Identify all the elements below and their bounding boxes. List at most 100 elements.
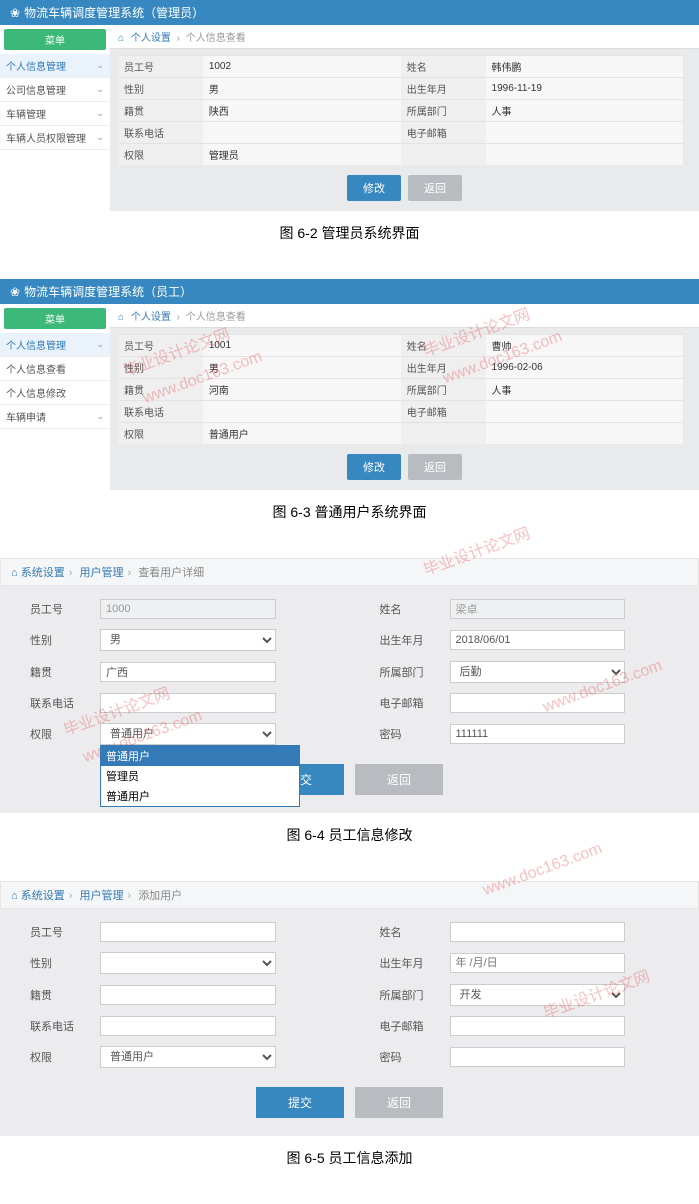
label-name: 姓名 bbox=[350, 601, 450, 617]
origin-field[interactable] bbox=[100, 985, 276, 1005]
email-field[interactable] bbox=[450, 693, 626, 713]
label-sex: 性别 bbox=[0, 955, 100, 971]
chevron-down-icon: ⌄ bbox=[96, 60, 104, 71]
label-email: 电子邮箱 bbox=[350, 695, 450, 711]
sidebar-item-view[interactable]: 个人信息查看 bbox=[0, 357, 110, 381]
app-title: 物流车辆调度管理系统（员工） bbox=[24, 283, 192, 300]
label-dept: 所属部门 bbox=[350, 664, 450, 680]
content: ⌂ 个人设置 › 个人信息查看 员工号1002姓名韩伟鹏 性别男出生年月1996… bbox=[110, 25, 699, 211]
chevron-down-icon: ⌄ bbox=[96, 84, 104, 95]
back-button[interactable]: 返回 bbox=[355, 1087, 443, 1118]
label-pwd: 密码 bbox=[350, 1049, 450, 1065]
role-select[interactable]: 普通用户 bbox=[100, 723, 276, 745]
button-row: 修改 返回 bbox=[110, 165, 699, 211]
sex-select[interactable] bbox=[100, 952, 276, 974]
sidebar-item-company[interactable]: 公司信息管理⌄ bbox=[0, 78, 110, 102]
sidebar-item-edit[interactable]: 个人信息修改 bbox=[0, 381, 110, 405]
sidebar-item-apply[interactable]: 车辆申请⌄ bbox=[0, 405, 110, 429]
role-option[interactable]: 普通用户 bbox=[101, 746, 299, 766]
caption: 图 6-3 普通用户系统界面 bbox=[0, 490, 699, 540]
menu-button[interactable]: 菜单 bbox=[4, 308, 106, 329]
back-button[interactable]: 返回 bbox=[408, 454, 462, 480]
label-dob: 出生年月 bbox=[350, 632, 450, 648]
sidebar-item-personal[interactable]: 个人信息管理⌄ bbox=[0, 54, 110, 78]
label-phone: 联系电话 bbox=[0, 695, 100, 711]
chevron-down-icon: ⌄ bbox=[96, 108, 104, 119]
breadcrumb: ⌂ 系统设置› 用户管理› 添加用户 bbox=[0, 881, 699, 909]
breadcrumb: ⌂ 系统设置› 用户管理› 查看用户详细 bbox=[0, 558, 699, 586]
button-row: 修改 返回 bbox=[110, 444, 699, 490]
label-pwd: 密码 bbox=[350, 726, 450, 742]
home-icon[interactable]: ⌂ bbox=[118, 33, 124, 44]
edit-button[interactable]: 修改 bbox=[347, 454, 401, 480]
app-header: ❀ 物流车辆调度管理系统（管理员） bbox=[0, 0, 699, 25]
home-icon[interactable]: ⌂ bbox=[11, 890, 18, 902]
dept-select[interactable]: 开发 bbox=[450, 984, 626, 1006]
name-field[interactable] bbox=[450, 922, 626, 942]
email-field[interactable] bbox=[450, 1016, 626, 1036]
role-option[interactable]: 普通用户 bbox=[101, 786, 299, 806]
sidebar-item-personal[interactable]: 个人信息管理⌄ bbox=[0, 333, 110, 357]
content: ⌂ 个人设置 › 个人信息查看 员工号1001姓名曹帅 性别男出生年月1996-… bbox=[110, 304, 699, 490]
label-sex: 性别 bbox=[0, 632, 100, 648]
button-row: 提交 返回 bbox=[0, 1073, 699, 1124]
role-dropdown: 普通用户 管理员 普通用户 bbox=[100, 745, 300, 807]
id-field bbox=[100, 599, 276, 619]
label-id: 员工号 bbox=[0, 924, 100, 940]
figure-6-2: ❀ 物流车辆调度管理系统（管理员） 菜单 个人信息管理⌄ 公司信息管理⌄ 车辆管… bbox=[0, 0, 699, 261]
breadcrumb: ⌂ 个人设置 › 个人信息查看 bbox=[110, 304, 699, 328]
figure-6-5: ⌂ 系统设置› 用户管理› 添加用户 员工号 姓名 性别 出生年月 籍贯 所属部… bbox=[0, 881, 699, 1186]
figure-6-3: ❀ 物流车辆调度管理系统（员工） 菜单 个人信息管理⌄ 个人信息查看 个人信息修… bbox=[0, 279, 699, 540]
caption: 图 6-2 管理员系统界面 bbox=[0, 211, 699, 261]
figure-6-4: ⌂ 系统设置› 用户管理› 查看用户详细 员工号 姓名 性别男 出生年月 籍贯 … bbox=[0, 558, 699, 863]
sidebar-item-vehicle[interactable]: 车辆管理⌄ bbox=[0, 102, 110, 126]
sidebar: 菜单 个人信息管理⌄ 个人信息查看 个人信息修改 车辆申请⌄ bbox=[0, 304, 110, 490]
app-title: 物流车辆调度管理系统（管理员） bbox=[24, 4, 204, 21]
dob-field[interactable] bbox=[450, 630, 626, 650]
edit-button[interactable]: 修改 bbox=[347, 175, 401, 201]
chevron-down-icon: ⌄ bbox=[96, 411, 104, 422]
label-role: 权限 bbox=[0, 1049, 100, 1065]
label-dept: 所属部门 bbox=[350, 987, 450, 1003]
info-table: 员工号1002姓名韩伟鹏 性别男出生年月1996-11-19 籍贯陕西所属部门人… bbox=[118, 55, 683, 165]
chevron-down-icon: ⌄ bbox=[96, 339, 104, 350]
label-role: 权限 bbox=[0, 726, 100, 742]
dob-field[interactable] bbox=[450, 953, 626, 973]
label-origin: 籍贯 bbox=[0, 664, 100, 680]
label-name: 姓名 bbox=[350, 924, 450, 940]
sidebar-item-permission[interactable]: 车辆人员权限管理⌄ bbox=[0, 126, 110, 150]
chevron-down-icon: ⌄ bbox=[96, 132, 104, 143]
sex-select[interactable]: 男 bbox=[100, 629, 276, 651]
phone-field[interactable] bbox=[100, 1016, 276, 1036]
name-field bbox=[450, 599, 626, 619]
menu-button[interactable]: 菜单 bbox=[4, 29, 106, 50]
employee-panel: ❀ 物流车辆调度管理系统（员工） 菜单 个人信息管理⌄ 个人信息查看 个人信息修… bbox=[0, 279, 699, 490]
home-icon[interactable]: ⌂ bbox=[118, 312, 124, 323]
edit-user-panel: ⌂ 系统设置› 用户管理› 查看用户详细 员工号 姓名 性别男 出生年月 籍贯 … bbox=[0, 558, 699, 813]
back-button[interactable]: 返回 bbox=[408, 175, 462, 201]
dept-select[interactable]: 后勤 bbox=[450, 661, 626, 683]
label-id: 员工号 bbox=[0, 601, 100, 617]
role-option[interactable]: 管理员 bbox=[101, 766, 299, 786]
origin-field[interactable] bbox=[100, 662, 276, 682]
leaf-icon: ❀ bbox=[10, 6, 20, 20]
label-phone: 联系电话 bbox=[0, 1018, 100, 1034]
home-icon[interactable]: ⌂ bbox=[11, 567, 18, 579]
back-button[interactable]: 返回 bbox=[355, 764, 443, 795]
label-origin: 籍贯 bbox=[0, 987, 100, 1003]
sidebar: 菜单 个人信息管理⌄ 公司信息管理⌄ 车辆管理⌄ 车辆人员权限管理⌄ bbox=[0, 25, 110, 211]
caption: 图 6-5 员工信息添加 bbox=[0, 1136, 699, 1186]
pwd-field[interactable] bbox=[450, 724, 626, 744]
form: 员工号 姓名 性别 出生年月 籍贯 所属部门开发 联系电话 电子邮箱 权限普通用… bbox=[0, 909, 699, 1136]
form: 员工号 姓名 性别男 出生年月 籍贯 所属部门后勤 联系电话 电子邮箱 权限 普… bbox=[0, 586, 699, 813]
pwd-field[interactable] bbox=[450, 1047, 626, 1067]
role-select[interactable]: 普通用户 bbox=[100, 1046, 276, 1068]
id-field[interactable] bbox=[100, 922, 276, 942]
label-email: 电子邮箱 bbox=[350, 1018, 450, 1034]
phone-field[interactable] bbox=[100, 693, 276, 713]
leaf-icon: ❀ bbox=[10, 285, 20, 299]
breadcrumb: ⌂ 个人设置 › 个人信息查看 bbox=[110, 25, 699, 49]
submit-button[interactable]: 提交 bbox=[256, 1087, 344, 1118]
caption: 图 6-4 员工信息修改 bbox=[0, 813, 699, 863]
add-user-panel: ⌂ 系统设置› 用户管理› 添加用户 员工号 姓名 性别 出生年月 籍贯 所属部… bbox=[0, 881, 699, 1136]
